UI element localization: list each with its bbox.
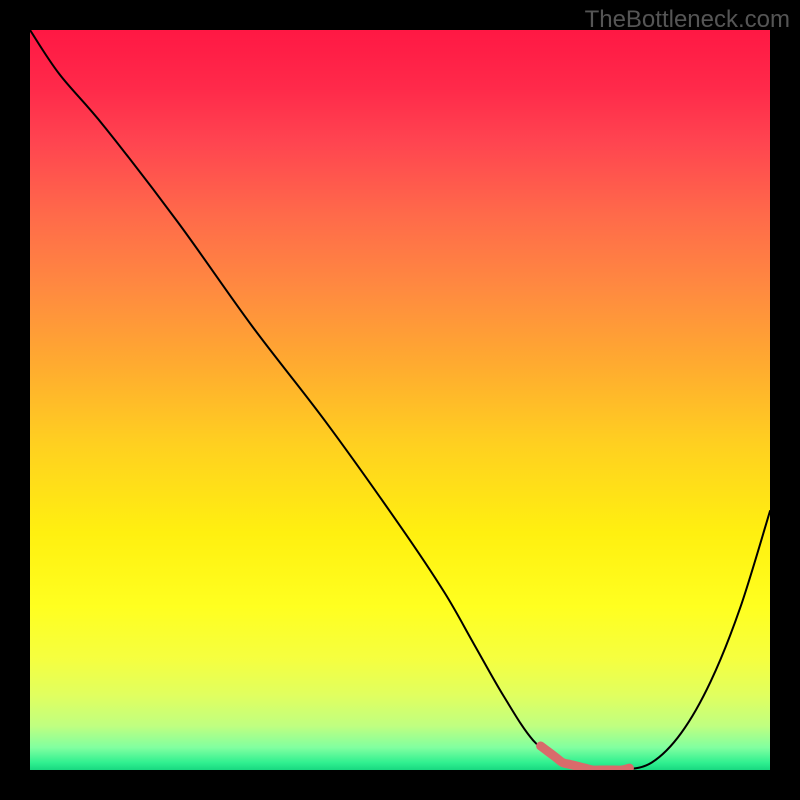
curve-svg bbox=[30, 30, 770, 770]
bottleneck-curve bbox=[30, 30, 770, 770]
highlight-segment bbox=[541, 746, 630, 770]
plot-area bbox=[30, 30, 770, 770]
watermark-text: TheBottleneck.com bbox=[585, 6, 790, 34]
